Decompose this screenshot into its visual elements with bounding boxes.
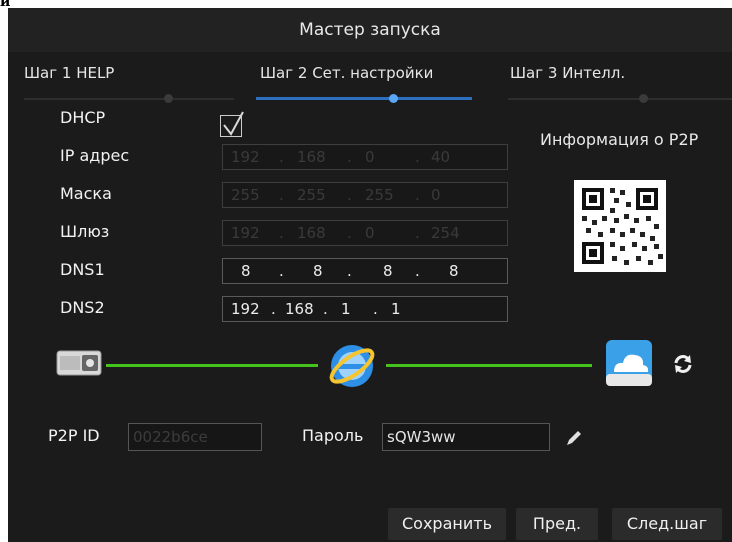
- wizard-steps: Шаг 1 HELP Шаг 2 Сет. настройки Шаг 3 Ин…: [8, 64, 732, 114]
- link-line-left: [106, 364, 318, 367]
- password-field[interactable]: sQW3ww: [382, 423, 550, 451]
- window-title: Мастер запуска: [8, 8, 732, 52]
- password-label: Пароль: [302, 426, 364, 445]
- link-line-right: [386, 364, 592, 367]
- step-3-track: [508, 98, 732, 100]
- subnet-mask-field[interactable]: 255 . 255 . 255 . 0: [222, 182, 508, 208]
- prev-button[interactable]: Пред.: [516, 508, 598, 540]
- dvr-device-icon: [56, 348, 102, 378]
- refresh-icon[interactable]: [671, 352, 695, 376]
- step-2-track: [256, 97, 472, 100]
- dns2-field[interactable]: 192 . 168 . 1 . 1: [222, 296, 508, 322]
- mask-label: Маска: [60, 184, 112, 203]
- step-2-network[interactable]: Шаг 2 Сет. настройки: [260, 64, 433, 82]
- dhcp-checkbox[interactable]: [220, 111, 244, 137]
- step-3-intel[interactable]: Шаг 3 Интелл.: [510, 64, 625, 82]
- p2p-info-title: Информация о P2P: [540, 130, 699, 149]
- step-1-track: [24, 98, 234, 100]
- dns1-field[interactable]: 8 . 8 . 8 . 8: [222, 258, 508, 284]
- dhcp-label: DHCP: [60, 108, 106, 127]
- gateway-field[interactable]: 192 . 168 . 0 . 254: [222, 220, 508, 246]
- edit-pencil-icon[interactable]: [564, 428, 584, 448]
- ip-label: IP адрес: [60, 146, 130, 165]
- gateway-label: Шлюз: [60, 222, 110, 241]
- ip-address-field[interactable]: 192 . 168 . 0 . 40: [222, 144, 508, 170]
- cloud-icon: [604, 338, 654, 388]
- step-3-dot: [639, 94, 648, 103]
- step-1-help[interactable]: Шаг 1 HELP: [24, 64, 114, 82]
- qr-code-icon: [574, 180, 666, 272]
- p2p-id-label: P2P ID: [48, 426, 100, 445]
- step-2-dot: [389, 94, 398, 103]
- qr-code: [574, 180, 666, 272]
- p2p-id-field[interactable]: 0022b6ce: [128, 423, 262, 451]
- save-button[interactable]: Сохранить: [388, 508, 506, 540]
- internet-globe-icon: [326, 340, 378, 392]
- dns1-label: DNS1: [60, 260, 105, 279]
- next-step-button[interactable]: След.шаг: [612, 508, 722, 540]
- setup-wizard-window: Мастер запуска Шаг 1 HELP Шаг 2 Сет. нас…: [8, 8, 732, 542]
- step-1-dot: [164, 94, 173, 103]
- dns2-label: DNS2: [60, 298, 105, 317]
- checkmark-icon: [223, 111, 244, 136]
